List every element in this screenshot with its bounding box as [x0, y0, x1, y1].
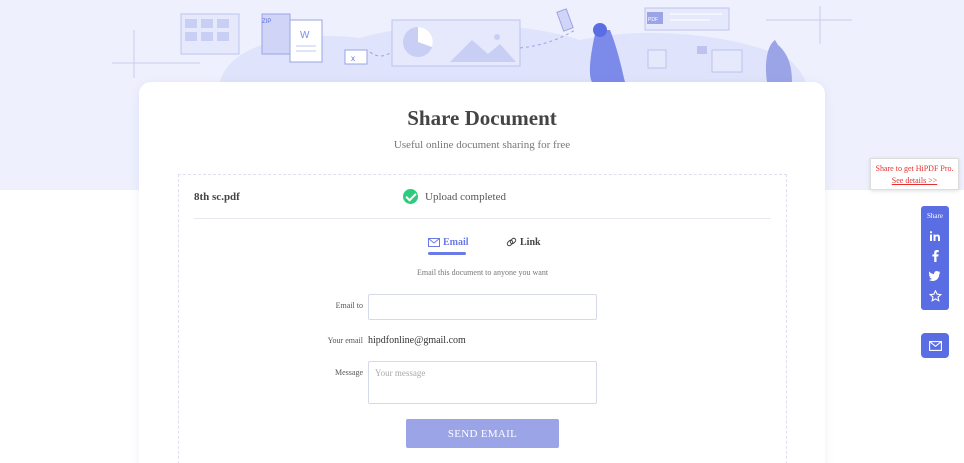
message-label: Message	[335, 368, 363, 377]
word-badge: W	[300, 30, 310, 41]
promo-banner: Share to get HiPDF Pro. See details >>	[870, 158, 959, 190]
promo-details-link[interactable]: See details >>	[892, 176, 937, 185]
linkedin-icon[interactable]	[926, 228, 944, 244]
pdf-badge: PDF	[648, 17, 658, 23]
share-sidebar: Share	[921, 206, 949, 310]
tab-link-label: Link	[520, 237, 541, 248]
email-hint: Email this document to anyone you want	[416, 268, 549, 277]
email-to-label: Email to	[335, 301, 363, 310]
facebook-icon[interactable]	[926, 248, 944, 264]
promo-text: Share to get HiPDF Pro.	[875, 164, 954, 173]
page-subtitle: Useful online document sharing for free	[393, 139, 571, 151]
page-title: Share Document	[407, 106, 557, 130]
envelope-icon	[428, 238, 440, 247]
share-panel: 8th sc.pdf Upload completed Email Link E…	[178, 174, 787, 463]
tab-email[interactable]: Email	[428, 237, 469, 248]
message-input[interactable]	[368, 361, 597, 404]
upload-status-text: Upload completed	[425, 190, 506, 203]
twitter-icon[interactable]	[926, 268, 944, 284]
your-email-label: Your email	[327, 336, 363, 345]
link-icon	[506, 237, 517, 247]
send-email-button[interactable]: SEND EMAIL	[406, 419, 559, 448]
mail-icon	[928, 340, 942, 351]
tab-email-label: Email	[443, 237, 469, 248]
email-to-input[interactable]	[368, 294, 597, 320]
upload-status: Upload completed	[403, 189, 506, 204]
tab-link[interactable]: Link	[506, 237, 541, 248]
check-circle-icon	[403, 189, 418, 204]
share-label: Share	[927, 212, 943, 220]
zip-badge: ZIP	[262, 19, 271, 25]
file-name: 8th sc.pdf	[194, 191, 240, 203]
mail-button[interactable]	[921, 333, 949, 358]
file-row: 8th sc.pdf Upload completed	[194, 175, 771, 219]
share-card: Share Document Useful online document sh…	[139, 82, 825, 463]
active-tab-indicator	[428, 252, 466, 255]
your-email-value: hipdfonline@gmail.com	[368, 335, 466, 346]
star-icon[interactable]	[926, 288, 944, 304]
svg-text:x: x	[351, 54, 355, 63]
